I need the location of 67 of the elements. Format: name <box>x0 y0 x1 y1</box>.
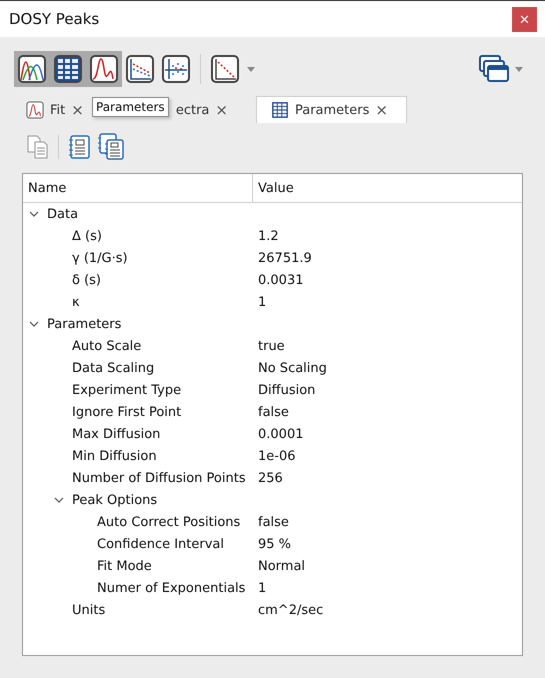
property-value: 26751.9 <box>258 250 312 266</box>
property-name: Peak Options <box>72 492 158 508</box>
property-name: γ (1/G·s) <box>72 250 128 266</box>
property-value: Diffusion <box>258 382 316 398</box>
reports-icon[interactable] <box>97 133 125 161</box>
property-value: 1.2 <box>258 228 279 244</box>
close-button[interactable]: × <box>512 6 537 32</box>
peak-icon <box>26 101 44 119</box>
property-value: 0.0031 <box>258 272 304 288</box>
close-tab-button[interactable]: × <box>375 101 388 119</box>
property-value: No Scaling <box>258 360 327 376</box>
scatter-plot-icon <box>161 54 191 84</box>
close-tab-button[interactable]: × <box>215 101 228 119</box>
property-value: true <box>258 338 285 354</box>
property-name: Numer of Exponentials <box>97 580 246 596</box>
column-header[interactable]: Value <box>253 174 294 202</box>
expand-chevron-icon[interactable] <box>29 209 39 219</box>
property-value: 95 % <box>258 536 292 552</box>
tooltip: Parameters <box>92 97 169 117</box>
close-tab-button[interactable]: × <box>71 101 84 119</box>
caret-icon[interactable] <box>515 66 523 72</box>
property-value: false <box>258 404 289 420</box>
property-name: Units <box>72 602 106 618</box>
caret-icon[interactable] <box>247 66 255 72</box>
property-name: Parameters <box>47 316 122 332</box>
column-header[interactable]: Name <box>23 174 253 202</box>
tab[interactable]: Parameters × <box>256 96 407 123</box>
expand-chevron-icon[interactable] <box>29 319 39 329</box>
tab[interactable]: Fit × <box>24 97 92 123</box>
line-plot-icon <box>210 54 240 84</box>
property-name: κ <box>72 294 80 310</box>
table-icon <box>53 54 83 84</box>
decay-plot-icon <box>125 54 155 84</box>
property-name: Confidence Interval <box>97 536 224 552</box>
peaks-icon <box>17 54 47 84</box>
property-name: Auto Scale <box>72 338 142 354</box>
property-name: Data Scaling <box>72 360 154 376</box>
property-value: 1 <box>258 580 266 596</box>
tab-label: Fit <box>50 102 66 118</box>
property-value: 0.0001 <box>258 426 304 442</box>
peak-tool-button[interactable] <box>86 51 122 87</box>
property-value: 1 <box>258 294 266 310</box>
property-value: false <box>258 514 289 530</box>
property-name: Min Diffusion <box>72 448 157 464</box>
tab-label: Parameters <box>294 102 370 118</box>
window-title: DOSY Peaks <box>9 10 100 28</box>
report-icon[interactable] <box>67 134 91 160</box>
property-value: cm^2/sec <box>258 602 324 618</box>
property-name: δ (s) <box>72 272 102 288</box>
property-name: Max Diffusion <box>72 426 160 442</box>
property-value: 1e-06 <box>258 448 296 464</box>
property-name: Fit Mode <box>97 558 152 574</box>
property-name: Number of Diffusion Points <box>72 470 246 486</box>
property-name: Ignore First Point <box>72 404 182 420</box>
property-name: Data <box>47 206 78 222</box>
copy-icon[interactable] <box>26 134 50 160</box>
spectra-tool-button[interactable] <box>14 51 50 87</box>
peak-icon <box>89 54 119 84</box>
property-name: Experiment Type <box>72 382 182 398</box>
expand-chevron-icon[interactable] <box>54 495 64 505</box>
property-name: Δ (s) <box>72 228 102 244</box>
property-value: Normal <box>258 558 306 574</box>
table-icon <box>270 101 289 119</box>
property-name: Auto Correct Positions <box>97 514 240 530</box>
windows-icon[interactable] <box>479 55 509 83</box>
property-value: 256 <box>258 470 283 486</box>
tab-label: ectra <box>176 102 210 118</box>
